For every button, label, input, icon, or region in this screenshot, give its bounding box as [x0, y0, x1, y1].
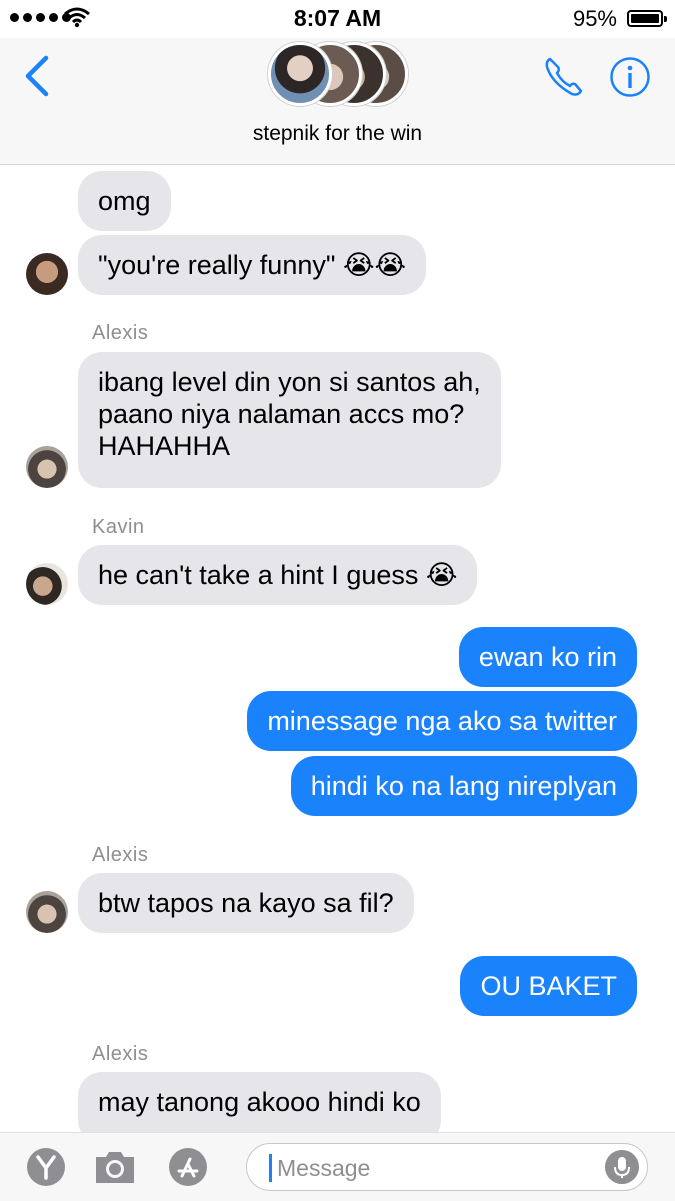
group-name[interactable]: stepnik for the win — [0, 122, 675, 146]
sender-name: Alexis — [92, 844, 149, 866]
phone-icon[interactable] — [540, 53, 588, 101]
conversation-header: stepnik for the win — [0, 38, 675, 165]
sender-name: Kavin — [92, 516, 145, 538]
message-bubble-incoming[interactable]: he can't take a hint I guess 😭 — [78, 545, 478, 605]
status-bar: 8:07 AM 95% — [0, 0, 675, 38]
message-thread[interactable]: omg "you're really funny" 😭😭 Alexis iban… — [0, 165, 675, 1132]
info-icon[interactable] — [609, 56, 651, 98]
message-bubble-incoming[interactable]: may tanong akooo hindi ko — [78, 1072, 441, 1132]
compose-bar: Message — [0, 1132, 675, 1201]
message-bubble-outgoing[interactable]: OU BAKET — [460, 956, 637, 1016]
text-caret — [269, 1154, 272, 1182]
sender-avatar[interactable] — [26, 891, 68, 933]
sender-name: Alexis — [92, 1043, 149, 1065]
microphone-icon[interactable] — [605, 1150, 639, 1184]
camera-icon[interactable] — [92, 1147, 138, 1187]
message-placeholder: Message — [277, 1155, 371, 1181]
app-store-icon[interactable] — [168, 1147, 208, 1187]
message-bubble-outgoing[interactable]: ewan ko rin — [458, 627, 637, 687]
message-input[interactable]: Message — [246, 1143, 648, 1191]
message-bubble-outgoing[interactable]: minessage nga ako sa twitter — [247, 691, 637, 751]
sender-avatar[interactable] — [26, 446, 68, 488]
sender-avatar[interactable] — [26, 563, 68, 605]
back-chevron-icon[interactable] — [18, 52, 58, 100]
group-avatars[interactable] — [268, 42, 408, 106]
message-line: HAHAHHA — [98, 431, 231, 461]
sender-name: Alexis — [92, 322, 149, 344]
message-bubble-incoming[interactable]: btw tapos na kayo sa fil? — [78, 873, 414, 933]
message-bubble-incoming[interactable]: "you're really funny" 😭😭 — [78, 235, 427, 295]
message-bubble-incoming[interactable]: ibang level din yon si santos ah, paano … — [78, 352, 501, 488]
message-bubble-incoming[interactable]: omg — [78, 171, 171, 231]
message-line: ibang level din yon si santos ah, — [98, 367, 481, 397]
sender-avatar[interactable] — [26, 253, 68, 295]
battery-percentage: 95% — [572, 6, 617, 31]
battery-icon — [627, 10, 667, 27]
y-app-icon[interactable] — [26, 1147, 66, 1187]
message-bubble-outgoing[interactable]: hindi ko na lang nireplyan — [290, 756, 637, 816]
message-line: paano niya nalaman accs mo? — [98, 399, 465, 429]
group-avatar-1 — [268, 42, 332, 106]
